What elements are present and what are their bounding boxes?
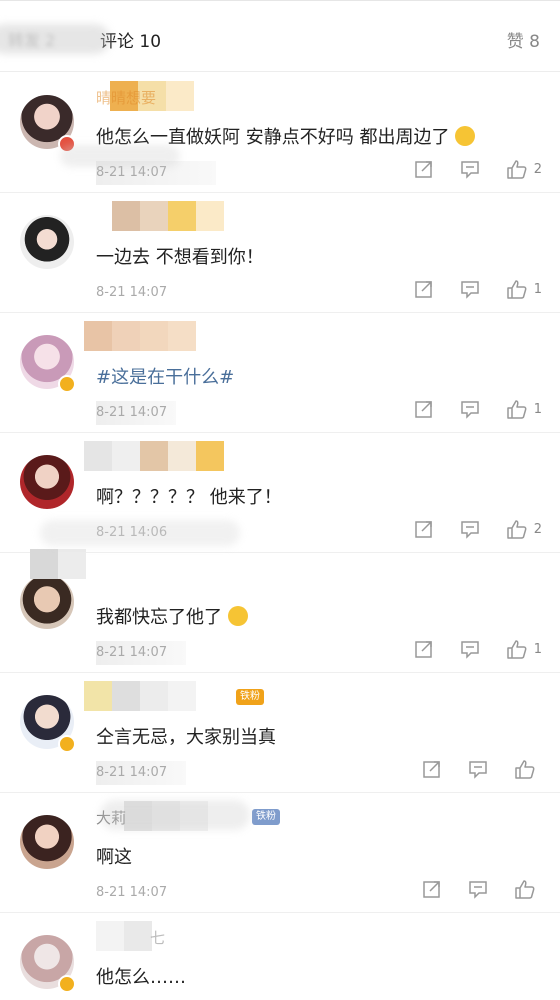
avatar[interactable] — [20, 575, 74, 629]
comment-time: 8-21 14:07 — [96, 645, 168, 660]
avatar[interactable] — [20, 455, 74, 509]
comment-text: 一边去 不想看到你！ — [96, 247, 264, 268]
comment-item: 七 他怎么…… — [0, 913, 560, 1000]
username[interactable]: 晴晴想要 — [96, 87, 156, 108]
reply-button[interactable] — [460, 639, 480, 659]
share-button[interactable] — [414, 519, 434, 539]
reply-button[interactable] — [468, 759, 488, 779]
fan-badge: 铁粉 — [236, 689, 264, 705]
like-button[interactable]: 1 — [506, 639, 542, 659]
comment-icon — [469, 881, 487, 899]
like-button[interactable]: 2 — [506, 519, 542, 539]
like-count: 1 — [533, 281, 542, 297]
comment-item: 晴晴想要 他怎么一直做妖阿 安静点不好吗 都出周边了 8-21 14:07 2 — [0, 73, 560, 193]
comment-icon — [469, 761, 487, 779]
share-icon — [414, 281, 432, 298]
comment-text: 我都快忘了他了 — [96, 603, 248, 629]
comment-time: 8-21 14:07 — [96, 885, 168, 900]
username[interactable]: 七 — [150, 927, 165, 948]
like-count: 2 — [533, 521, 542, 537]
share-icon — [414, 641, 432, 658]
thumbs-up-icon — [506, 280, 527, 299]
thumbs-up-icon — [506, 640, 527, 659]
share-button[interactable] — [414, 159, 434, 179]
verified-badge — [58, 735, 76, 753]
comment-text: 啊？？？？？ 他来了！ — [96, 487, 282, 508]
comment-time: 8-21 14:07 — [96, 765, 168, 780]
like-button[interactable] — [514, 879, 542, 899]
comment-item: 铁粉 仝言无忌，大家别当真 8-21 14:07 — [0, 673, 560, 793]
like-button[interactable]: 1 — [506, 399, 542, 419]
share-icon — [423, 761, 440, 778]
reply-button[interactable] — [460, 519, 480, 539]
thumbs-up-icon — [515, 760, 535, 779]
like-button[interactable]: 1 — [506, 279, 542, 299]
comment-icon — [460, 401, 479, 419]
comment-icon — [460, 521, 479, 539]
comment-item: #这是在干什么# 8-21 14:07 1 — [0, 313, 560, 433]
comment-icon — [460, 281, 479, 299]
thumbs-up-icon — [515, 880, 535, 899]
comment-time: 8-21 14:07 — [96, 405, 168, 420]
comment-item: 一边去 不想看到你！ 8-21 14:07 1 — [0, 193, 560, 313]
comment-text: 啊这 — [96, 847, 132, 868]
comment-text: 他怎么…… — [96, 967, 186, 988]
comment-item: 我都快忘了他了 8-21 14:07 1 — [0, 549, 560, 673]
comment-time: 8-21 14:07 — [96, 285, 168, 300]
reply-button[interactable] — [468, 879, 488, 899]
reply-button[interactable] — [460, 399, 480, 419]
emoji-icon — [228, 606, 248, 626]
share-button[interactable] — [414, 279, 434, 299]
share-button[interactable] — [414, 399, 434, 419]
fan-badge: 铁粉 — [252, 809, 280, 825]
like-count: 2 — [533, 161, 542, 177]
like-button[interactable] — [514, 759, 542, 779]
share-button[interactable] — [414, 639, 434, 659]
verified-badge — [58, 975, 76, 993]
comment-time: 8-21 14:07 — [96, 165, 168, 180]
share-icon — [414, 521, 432, 538]
share-icon — [414, 401, 432, 418]
comment-icon — [460, 641, 479, 659]
like-count: 1 — [533, 641, 542, 657]
comment-icon — [460, 161, 479, 179]
share-icon — [414, 161, 432, 178]
like-count: 1 — [533, 401, 542, 417]
verified-badge — [58, 375, 76, 393]
thumbs-up-icon — [506, 520, 527, 539]
share-button[interactable] — [422, 759, 442, 779]
share-icon — [423, 881, 440, 898]
avatar[interactable] — [20, 215, 74, 269]
avatar[interactable] — [20, 815, 74, 869]
like-button[interactable]: 2 — [506, 159, 542, 179]
comment-text: 仝言无忌，大家别当真 — [96, 727, 276, 748]
topic-link[interactable]: #这是在干什么# — [96, 363, 234, 389]
thumbs-up-icon — [506, 160, 527, 179]
share-button[interactable] — [422, 879, 442, 899]
emoji-icon — [455, 126, 476, 146]
comment-item: 大莉 铁粉 啊这 8-21 14:07 — [0, 793, 560, 913]
thumbs-up-icon — [506, 400, 527, 419]
reply-button[interactable] — [460, 279, 480, 299]
reply-button[interactable] — [460, 159, 480, 179]
tab-likes[interactable]: 赞 8 — [507, 27, 540, 52]
